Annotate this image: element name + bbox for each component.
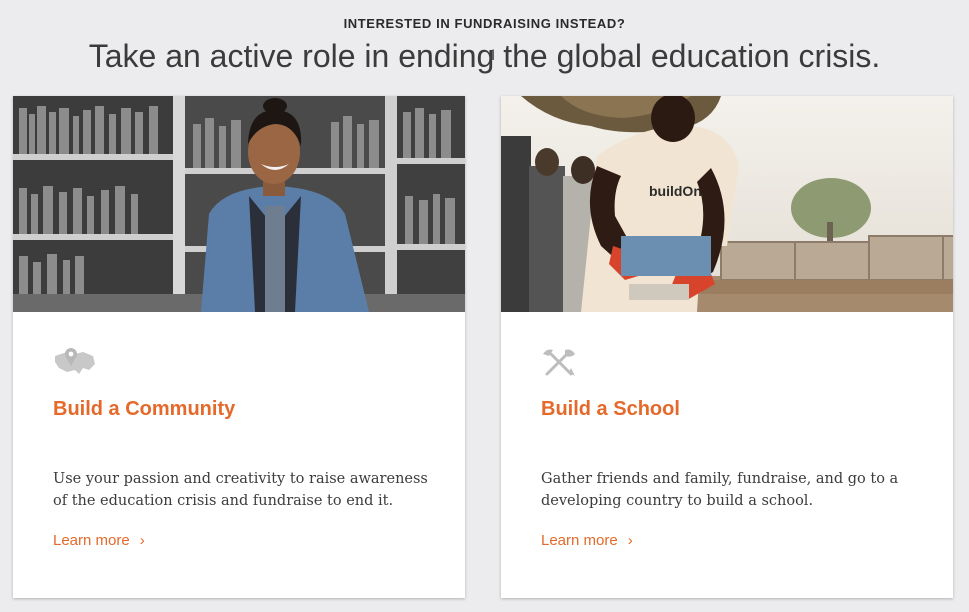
man-building-school-photo: buildOn [501, 96, 953, 312]
card-description: Use your passion and creativity to raise… [53, 471, 428, 509]
text-cursor-icon: I [491, 48, 496, 64]
card-title: Build a Community [53, 398, 236, 420]
build-community-card: Build a Community Use your passion and c… [13, 96, 465, 598]
card-title: Build a School [541, 398, 680, 420]
build-school-card: buildOn Build a School Gather friends an… [501, 96, 953, 598]
svg-text:buildOn: buildOn [649, 183, 702, 199]
section-headline: Take an active role in ending the global… [88, 38, 881, 74]
chevron-right-icon: › [139, 532, 145, 549]
section-eyebrow: INTERESTED IN FUNDRAISING INSTEAD? [343, 16, 626, 31]
us-map-pin-icon [55, 348, 95, 374]
learn-more-link[interactable]: Learn more › [541, 532, 633, 549]
learn-more-label: Learn more [53, 532, 130, 549]
shovel-pickaxe-icon [543, 349, 575, 376]
learn-more-label: Learn more [541, 532, 618, 549]
card-description: Gather friends and family, fundraise, an… [541, 471, 899, 509]
student-in-library-photo [13, 96, 465, 312]
learn-more-link[interactable]: Learn more › [53, 532, 145, 549]
chevron-right-icon: › [627, 532, 633, 549]
